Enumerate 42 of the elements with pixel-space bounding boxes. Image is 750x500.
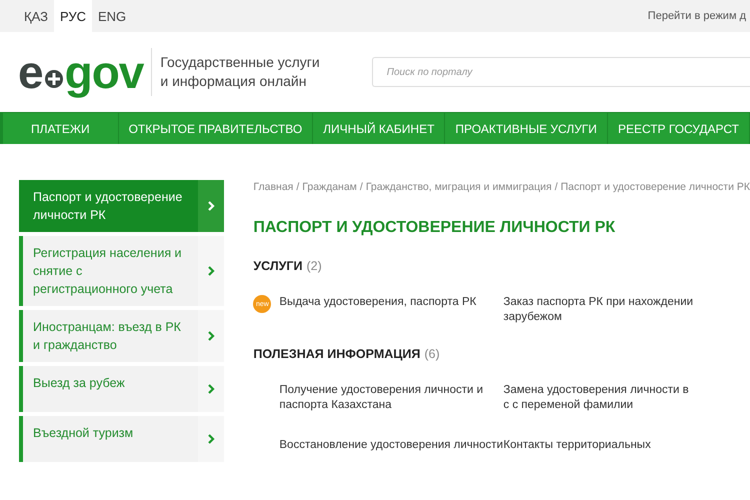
chevron-icon xyxy=(207,383,216,395)
section-count: (6) xyxy=(424,347,440,361)
sidebar-item[interactable]: Паспорт и удостоверение личности РК xyxy=(19,180,224,232)
chevron-icon xyxy=(207,200,216,212)
sidebar-item[interactable]: Регистрация населения и снятие с регистрационного учета xyxy=(19,236,224,306)
info-link[interactable]: Получение удостоверения личности и паспорта Казахстана xyxy=(279,383,504,413)
nav-item[interactable]: ПЛАТЕЖИ xyxy=(2,113,119,144)
nav-item[interactable]: ОТКРЫТОЕ ПРАВИТЕЛЬСТВО xyxy=(118,113,314,144)
breadcrumb-link[interactable]: Гражданам xyxy=(302,181,357,193)
language-tab[interactable]: ҚАЗ xyxy=(18,0,54,32)
breadcrumb-link[interactable]: Главная xyxy=(253,181,294,193)
breadcrumb-link[interactable]: Гражданство, миграция и иммиграция xyxy=(366,181,552,193)
tagline: Государственные услуги xyxy=(160,53,320,72)
nav-item[interactable]: РЕЕСТР ГОСУДАРСТ xyxy=(608,113,750,144)
accessibility-link[interactable]: Перейти в режим д xyxy=(648,10,746,22)
tagline: и информация онлайн xyxy=(160,72,308,91)
info-link[interactable]: Восстановление удостоверения личности xyxy=(279,438,503,453)
breadcrumb-separator: / xyxy=(296,181,300,193)
breadcrumb-link[interactable]: Паспорт и удостоверение личности РК xyxy=(560,181,750,193)
chevron-icon xyxy=(207,265,216,277)
logo-letter: e xyxy=(18,49,43,95)
nav-item[interactable]: ЛИЧНЫЙ КАБИНЕТ xyxy=(313,113,446,144)
plus-circle-icon xyxy=(44,69,64,89)
sidebar-item[interactable]: Въездной туризм xyxy=(19,416,224,462)
info-link[interactable]: Заказ паспорта РК при нахождении зарубежом xyxy=(503,295,694,325)
nav-item[interactable]: ПРОАКТИВНЫЕ УСЛУГИ xyxy=(445,113,608,144)
search-field[interactable]: Поиск по порталу xyxy=(372,57,750,87)
breadcrumb-separator: / xyxy=(360,181,363,193)
chevron-icon xyxy=(207,433,216,445)
page-title: ПАСПОРТ И УДОСТОВЕРЕНИЕ ЛИЧНОСТИ РК xyxy=(253,219,616,237)
chevron-icon xyxy=(207,330,216,342)
sidebar-item[interactable]: Иностранцам: въезд в РК и гражданство xyxy=(19,310,224,362)
info-link[interactable]: Выдача удостоверения, паспорта РК xyxy=(279,295,476,310)
section-heading: ПОЛЕЗНАЯ ИНФОРМАЦИЯ xyxy=(253,347,420,361)
sidebar-item[interactable]: Выезд за рубеж xyxy=(19,366,224,412)
language-tab[interactable]: ENG xyxy=(92,0,132,32)
section-heading: УСЛУГИ xyxy=(253,259,302,273)
breadcrumb-separator: / xyxy=(554,181,558,193)
language-tab[interactable]: РУС xyxy=(54,0,92,32)
info-link[interactable]: Замена удостоверения личности в с с переменой фамилии xyxy=(503,383,694,413)
info-link[interactable]: Контакты территориальных xyxy=(503,438,651,453)
section-count: (2) xyxy=(306,259,322,273)
